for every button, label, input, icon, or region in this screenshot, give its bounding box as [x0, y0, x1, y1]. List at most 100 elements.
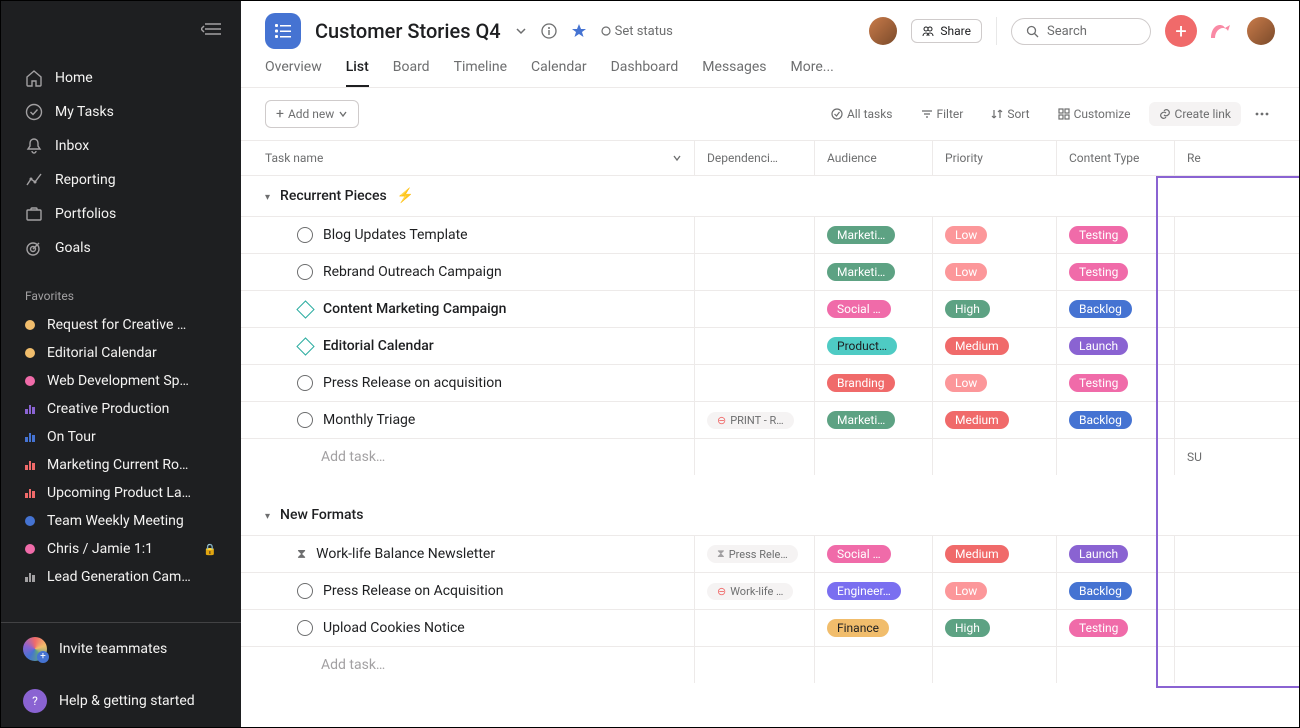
tag-pill[interactable]: Launch — [1069, 545, 1128, 563]
nav-portfolios[interactable]: Portfolios — [1, 197, 241, 231]
cell-dependencies[interactable] — [695, 217, 815, 253]
task-row[interactable]: ⧗Work-life Balance Newsletter⧗Press Rele… — [241, 535, 1299, 572]
dependency-pill[interactable]: ⊖Work-life … — [707, 583, 793, 600]
milestone-icon[interactable] — [296, 337, 314, 355]
task-row[interactable]: Press Release on Acquisition⊖Work-life …… — [241, 572, 1299, 609]
favorite-item[interactable]: Marketing Current Ro… — [1, 451, 241, 479]
tab-board[interactable]: Board — [393, 59, 430, 87]
cell-dependencies[interactable] — [695, 254, 815, 290]
cell-content-type[interactable]: Launch — [1057, 536, 1175, 572]
tag-pill[interactable]: Branding — [827, 374, 895, 392]
cell-priority[interactable]: Medium — [933, 402, 1057, 438]
column-task-name[interactable]: Task name — [241, 141, 695, 175]
sort-button[interactable]: Sort — [981, 102, 1039, 126]
task-row[interactable]: Monthly Triage⊖PRINT - R…Marketi…MediumB… — [241, 401, 1299, 438]
section-header[interactable]: New Formats — [241, 495, 1299, 535]
hourglass-icon[interactable]: ⧗ — [297, 547, 306, 562]
invite-teammates-button[interactable]: + Invite teammates — [1, 623, 241, 675]
tag-pill[interactable]: Low — [945, 226, 987, 244]
project-icon[interactable] — [265, 13, 301, 49]
share-button[interactable]: Share — [911, 19, 982, 43]
cell-content-type[interactable]: Backlog — [1057, 291, 1175, 327]
cell-content-type[interactable]: Backlog — [1057, 573, 1175, 609]
cell-priority[interactable]: Medium — [933, 328, 1057, 364]
tag-pill[interactable]: Testing — [1069, 374, 1128, 392]
dependency-pill[interactable]: ⧗Press Rele… — [707, 545, 798, 563]
cell-reviewer[interactable] — [1175, 365, 1299, 401]
tag-pill[interactable]: Testing — [1069, 263, 1128, 281]
tag-pill[interactable]: Launch — [1069, 337, 1128, 355]
tag-pill[interactable]: Low — [945, 263, 987, 281]
tab-more[interactable]: More... — [791, 59, 834, 87]
task-name[interactable]: Blog Updates Template — [323, 227, 468, 243]
cell-reviewer[interactable] — [1175, 402, 1299, 438]
cell-dependencies[interactable]: ⧗Press Rele… — [695, 536, 815, 572]
customize-button[interactable]: Customize — [1048, 102, 1141, 126]
add-task-placeholder[interactable]: Add task… — [241, 439, 695, 475]
project-title[interactable]: Customer Stories Q4 — [315, 19, 501, 43]
tag-pill[interactable]: Backlog — [1069, 411, 1132, 429]
tag-pill[interactable]: Marketi… — [827, 263, 895, 281]
cell-reviewer[interactable] — [1175, 536, 1299, 572]
favorite-item[interactable]: Request for Creative … — [1, 311, 241, 339]
cell-dependencies[interactable] — [695, 291, 815, 327]
tag-pill[interactable]: High — [945, 300, 990, 318]
cell-priority[interactable]: Low — [933, 573, 1057, 609]
filter-button[interactable]: Filter — [911, 102, 974, 126]
task-name[interactable]: Rebrand Outreach Campaign — [323, 264, 502, 280]
tag-pill[interactable]: Marketi… — [827, 411, 895, 429]
set-status-button[interactable]: Set status — [601, 24, 673, 39]
tag-pill[interactable]: Medium — [945, 337, 1009, 355]
cell-priority[interactable]: Low — [933, 365, 1057, 401]
cell-dependencies[interactable] — [695, 365, 815, 401]
cell-content-type[interactable]: Backlog — [1057, 402, 1175, 438]
tag-pill[interactable]: Marketi… — [827, 226, 895, 244]
cell-reviewer[interactable] — [1175, 328, 1299, 364]
dependency-pill[interactable]: ⊖PRINT - R… — [707, 412, 794, 429]
favorite-item[interactable]: Lead Generation Cam… — [1, 563, 241, 591]
cell-content-type[interactable]: Testing — [1057, 217, 1175, 253]
tag-pill[interactable]: Low — [945, 374, 987, 392]
task-name[interactable]: Press Release on acquisition — [323, 375, 502, 391]
column-content-type[interactable]: Content Type — [1057, 141, 1175, 175]
collapse-sidebar-icon[interactable] — [201, 22, 223, 36]
task-row[interactable]: Editorial CalendarProduct…MediumLaunch — [241, 327, 1299, 364]
search-input[interactable]: Search — [1011, 18, 1151, 45]
cell-reviewer[interactable] — [1175, 610, 1299, 646]
favorite-item[interactable]: Web Development Sp… — [1, 367, 241, 395]
favorite-item[interactable]: Creative Production — [1, 395, 241, 423]
task-name[interactable]: Upload Cookies Notice — [323, 620, 465, 636]
cell-priority[interactable]: Low — [933, 254, 1057, 290]
column-priority[interactable]: Priority — [933, 141, 1057, 175]
tag-pill[interactable]: Finance — [827, 619, 889, 637]
tag-pill[interactable]: Product… — [827, 337, 897, 355]
column-audience[interactable]: Audience — [815, 141, 933, 175]
cell-reviewer[interactable] — [1175, 254, 1299, 290]
info-icon[interactable] — [541, 23, 557, 39]
tag-pill[interactable]: Medium — [945, 545, 1009, 563]
favorite-item[interactable]: On Tour — [1, 423, 241, 451]
complete-icon[interactable] — [297, 620, 313, 636]
cell-dependencies[interactable]: ⊖Work-life … — [695, 573, 815, 609]
task-row[interactable]: Rebrand Outreach Campaign Marketi… Low Test… — [241, 253, 1299, 290]
tag-pill[interactable]: Testing — [1069, 226, 1128, 244]
cell-audience[interactable]: Marketi… — [815, 217, 933, 253]
tag-pill[interactable]: Social … — [827, 300, 891, 318]
cell-audience[interactable]: Branding — [815, 365, 933, 401]
section-header[interactable]: Recurrent Pieces⚡ — [241, 176, 1299, 216]
cell-audience[interactable]: Social … — [815, 536, 933, 572]
cell-priority[interactable]: Medium — [933, 536, 1057, 572]
task-row[interactable]: Press Release on acquisition Branding Low T… — [241, 364, 1299, 401]
cell-audience[interactable]: Engineer… — [815, 573, 933, 609]
tab-overview[interactable]: Overview — [265, 59, 322, 87]
task-name[interactable]: Content Marketing Campaign — [323, 301, 506, 317]
nav-reporting[interactable]: Reporting — [1, 163, 241, 197]
column-reviewer[interactable]: Re — [1175, 141, 1299, 175]
complete-icon[interactable] — [297, 264, 313, 280]
star-icon[interactable] — [571, 23, 587, 39]
create-link-button[interactable]: Create link — [1149, 102, 1241, 126]
tab-timeline[interactable]: Timeline — [454, 59, 507, 87]
complete-icon[interactable] — [297, 227, 313, 243]
tab-messages[interactable]: Messages — [702, 59, 766, 87]
task-row[interactable]: Blog Updates Template Marketi… Low Testing — [241, 216, 1299, 253]
